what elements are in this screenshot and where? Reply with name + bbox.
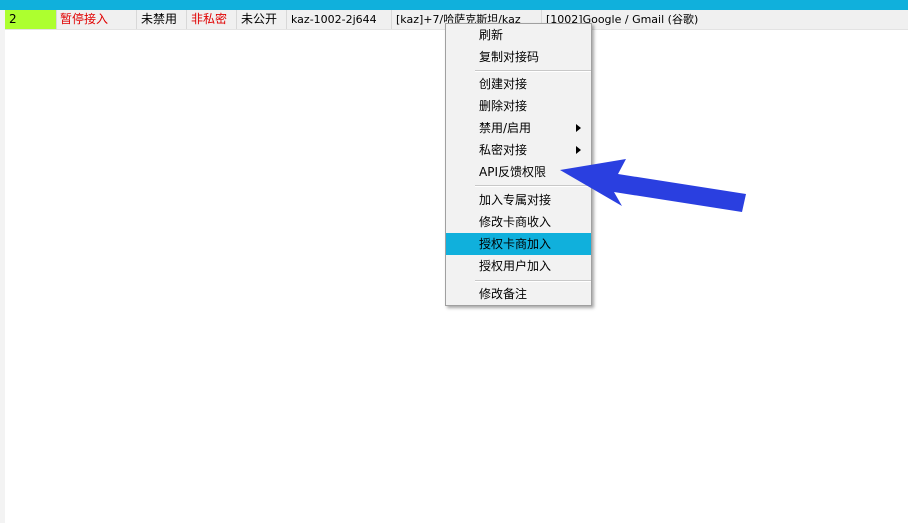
menu-item-create[interactable]: 创建对接 <box>446 73 591 95</box>
public-cell[interactable]: 未公开 <box>237 10 287 29</box>
menu-item-authorize-vendor[interactable]: 授权卡商加入 <box>446 233 591 255</box>
row-index-cell[interactable]: 2 <box>5 10 57 29</box>
disabled-cell[interactable]: 未禁用 <box>137 10 187 29</box>
menu-item-authorize-user[interactable]: 授权用户加入 <box>446 255 591 277</box>
status-cell[interactable]: 暂停接入 <box>57 10 137 29</box>
left-gutter <box>0 10 5 523</box>
menu-item-private-label: 私密对接 <box>479 143 528 157</box>
menu-separator <box>475 280 591 282</box>
menu-item-edit-income[interactable]: 修改卡商收入 <box>446 211 591 233</box>
private-cell[interactable]: 非私密 <box>187 10 237 29</box>
service-cell[interactable]: [1002]Google / Gmail (谷歌) <box>542 10 908 29</box>
menu-item-toggle-label: 禁用/启用 <box>479 121 532 135</box>
annotation-arrow-icon <box>560 159 746 212</box>
menu-separator <box>475 70 591 72</box>
arrow-shape <box>560 159 746 212</box>
window-top-bar <box>0 0 908 10</box>
menu-item-refresh[interactable]: 刷新 <box>446 24 591 46</box>
code-cell[interactable]: kaz-1002-2j644 <box>287 10 392 29</box>
menu-item-edit-note[interactable]: 修改备注 <box>446 283 591 305</box>
submenu-arrow-icon <box>576 124 581 132</box>
menu-item-toggle[interactable]: 禁用/启用 <box>446 117 591 139</box>
menu-item-delete[interactable]: 删除对接 <box>446 95 591 117</box>
menu-item-copy-code[interactable]: 复制对接码 <box>446 46 591 68</box>
